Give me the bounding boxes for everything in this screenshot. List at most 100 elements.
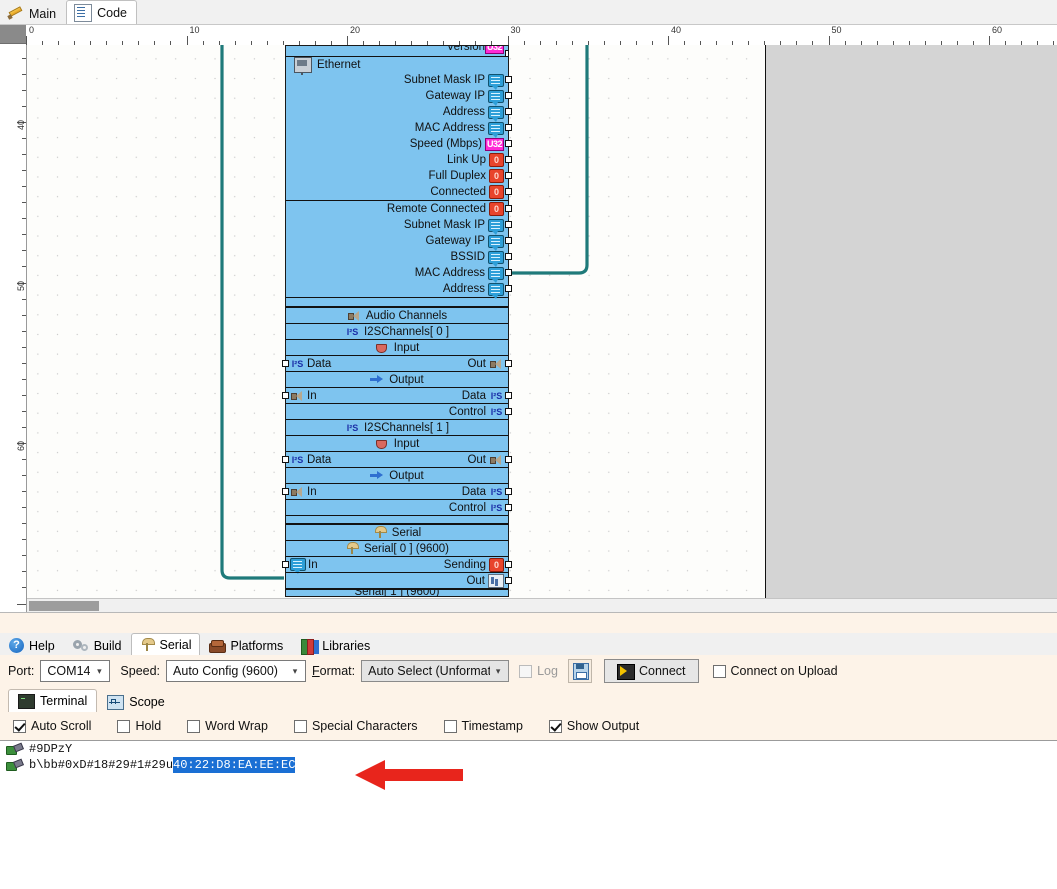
node-row-label: Data [307,356,331,372]
node-io-row[interactable]: I²SDataOut [286,451,508,467]
node-block-title[interactable]: Serial[ 0 ] (9600) [286,540,508,556]
node-port[interactable] [505,237,512,244]
node-io-row[interactable]: InDataI²S [286,387,508,403]
node-port[interactable] [505,504,512,511]
node-port[interactable] [282,392,289,399]
node-port[interactable] [505,140,512,147]
node-port[interactable] [505,76,512,83]
format-select[interactable]: Auto Select (Unformatted ▾ [361,660,509,682]
node-port[interactable] [505,205,512,212]
node-row-label: Address [443,104,485,120]
node-row-partial-bottom[interactable]: Serial[ 1 ] (9600) [286,589,508,596]
node-port[interactable] [505,577,512,584]
node-port[interactable] [505,456,512,463]
type-string-icon [488,90,504,103]
node-port[interactable] [282,456,289,463]
type-string-icon [488,283,504,296]
node-port[interactable] [505,488,512,495]
node-port[interactable] [505,221,512,228]
node-block-title[interactable]: Audio Channels [286,307,508,323]
node-io-row[interactable]: ControlI²S [286,499,508,515]
node-port[interactable] [505,156,512,163]
log-checkbox[interactable]: Log [519,664,558,678]
speed-select[interactable]: Auto Config (9600) ▾ [166,660,306,682]
node-port-row[interactable]: Gateway IP [286,233,508,249]
option-checkbox-special-characters[interactable]: Special Characters [294,719,418,733]
diagram-canvas[interactable]: VersionU32EthernetSubnet Mask IPGateway … [27,45,1057,612]
node-port[interactable] [505,408,512,415]
node-port[interactable] [505,108,512,115]
input-icon [375,342,390,354]
node-io-row[interactable]: ControlI²S [286,403,508,419]
ruler-tick [22,347,26,348]
vertical-ruler[interactable]: 405060 [0,45,27,612]
connect-button[interactable]: Connect [604,659,699,683]
node-port[interactable] [505,269,512,276]
scrollbar-thumb[interactable] [29,601,99,611]
node-port[interactable] [505,124,512,131]
dock-tab-platforms[interactable]: Platforms [200,635,292,655]
dock-tab-build[interactable]: Build [64,635,131,655]
node-block-title[interactable]: Output [286,371,508,387]
node-block-title-label: Serial[ 0 ] (9600) [364,541,449,557]
tab-code[interactable]: Code [66,0,137,24]
port-select[interactable]: COM14 ▾ [40,660,110,682]
node-block-title[interactable]: Output [286,467,508,483]
connect-on-upload-checkbox[interactable]: Connect on Upload [713,664,838,678]
node-port[interactable] [505,285,512,292]
option-checkbox-show-output[interactable]: Show Output [549,719,639,733]
terminal-output[interactable]: #9DPzY b\bb#0xD#18#29#1#29u40:22:D8:EA:E… [0,740,1057,889]
node-row-version[interactable]: VersionU32 [286,46,508,56]
node-port-row[interactable]: Gateway IP [286,88,508,104]
node-block-title[interactable]: Input [286,435,508,451]
type-audio-icon [489,454,504,466]
node-port-row[interactable]: Speed (Mbps)U32 [286,136,508,152]
node-block-title[interactable]: Serial [286,524,508,540]
node-port-row[interactable]: Address [286,281,508,297]
node-port[interactable] [505,188,512,195]
node-io-row[interactable]: I²SDataOut [286,355,508,371]
node-port[interactable] [505,253,512,260]
tab-main[interactable]: Main [0,2,66,24]
option-checkbox-hold[interactable]: Hold [117,719,161,733]
node-block-title[interactable]: Input [286,339,508,355]
node-io-row[interactable]: Out [286,572,508,588]
subtab-terminal[interactable]: Terminal [8,689,97,712]
option-checkbox-auto-scroll[interactable]: Auto Scroll [13,719,91,733]
node-port-row[interactable]: Remote Connected0 [286,201,508,217]
save-log-button[interactable] [568,659,592,683]
node-block-title[interactable]: I²SI2SChannels[ 1 ] [286,419,508,435]
dock-tab-help[interactable]: ? Help [0,635,64,655]
node-io-row[interactable]: InSending0 [286,556,508,572]
node-group-header[interactable]: Ethernet [286,56,508,72]
dock-tab-help-label: Help [29,639,55,653]
dock-tab-serial[interactable]: Serial [131,633,201,655]
node-port-row[interactable]: Link Up0 [286,152,508,168]
node-port-row[interactable]: Connected0 [286,184,508,200]
option-checkbox-word-wrap[interactable]: Word Wrap [187,719,268,733]
node-port-row[interactable]: Subnet Mask IP [286,217,508,233]
node-port-row[interactable]: Full Duplex0 [286,168,508,184]
node-block[interactable]: VersionU32EthernetSubnet Mask IPGateway … [285,45,509,597]
node-port[interactable] [505,561,512,568]
node-port[interactable] [282,488,289,495]
node-port[interactable] [505,360,512,367]
node-port[interactable] [282,360,289,367]
node-port-row[interactable]: MAC Address [286,120,508,136]
node-port-row[interactable]: BSSID [286,249,508,265]
node-port[interactable] [505,172,512,179]
canvas-horizontal-scrollbar[interactable] [27,598,1057,613]
terminal-selected-mac[interactable]: 40:22:D8:EA:EE:EC [173,757,295,773]
node-port[interactable] [282,561,289,568]
node-port[interactable] [505,92,512,99]
option-checkbox-timestamp[interactable]: Timestamp [444,719,523,733]
node-port[interactable] [505,392,512,399]
node-port-row[interactable]: MAC Address [286,265,508,281]
subtab-scope[interactable]: Scope [97,691,174,712]
node-io-row[interactable]: InDataI²S [286,483,508,499]
horizontal-ruler[interactable]: 0102030405060 [26,25,1057,46]
dock-tab-libraries[interactable]: Libraries [292,635,379,655]
node-port-row[interactable]: Address [286,104,508,120]
node-block-title[interactable]: I²SI2SChannels[ 0 ] [286,323,508,339]
node-port-row[interactable]: Subnet Mask IP [286,72,508,88]
